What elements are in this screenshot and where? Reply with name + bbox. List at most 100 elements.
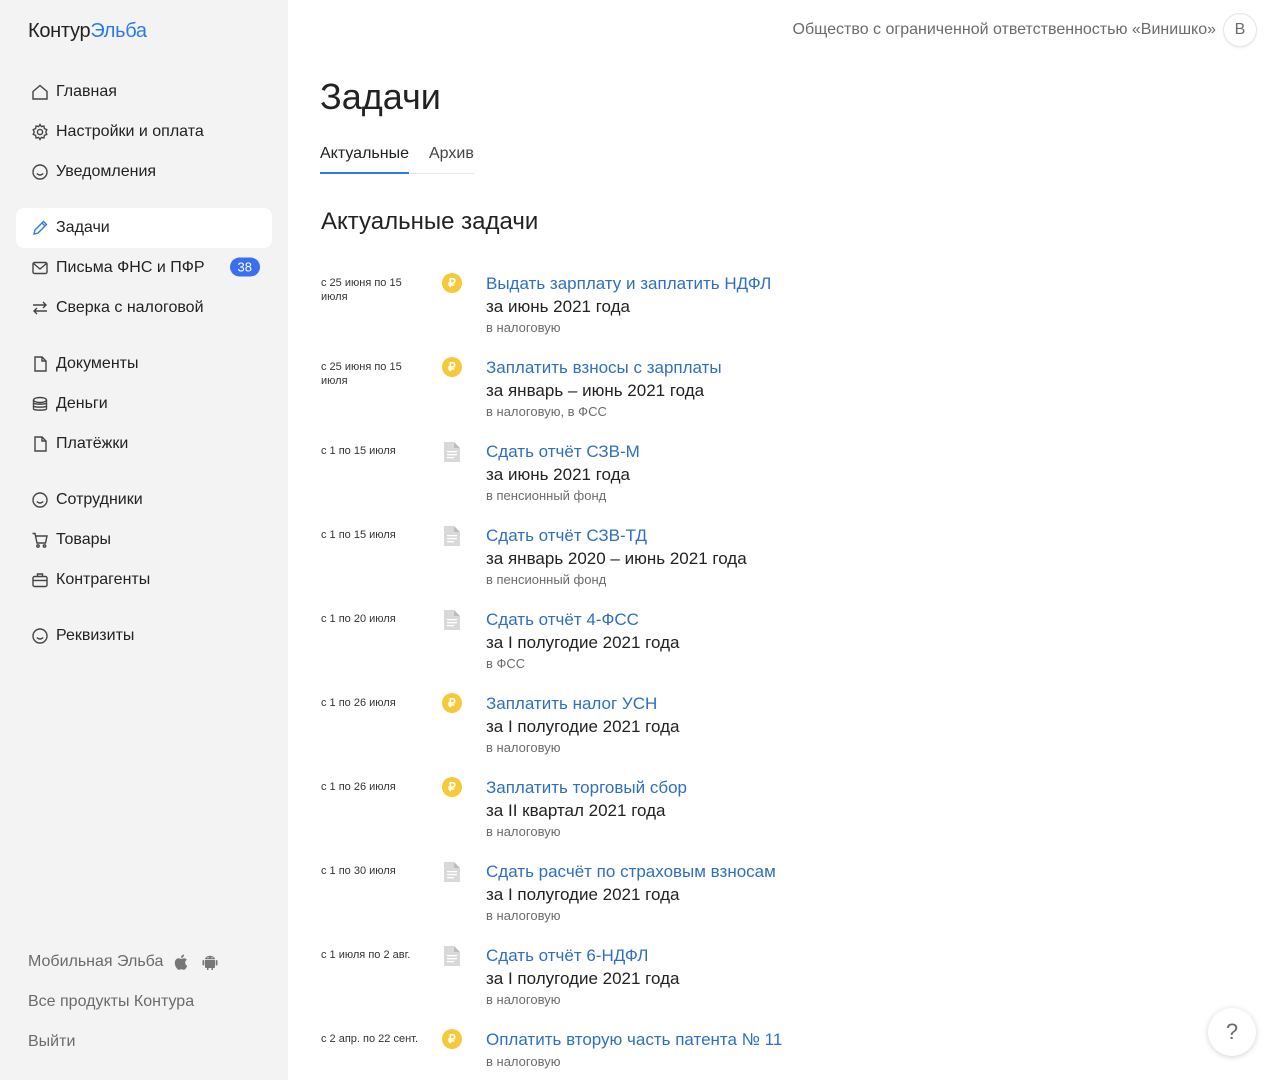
smiley-icon	[30, 162, 50, 182]
logo[interactable]: КонтурЭльба	[28, 20, 147, 43]
all-kontur-products-link[interactable]: Все продукты Контура	[28, 993, 194, 1011]
swap-icon	[30, 298, 50, 318]
task-row: с 1 июля по 2 авг. Сдать отчёт 6-НДФЛ за I…	[321, 936, 841, 1020]
task-period: за I полугодие 2021 года	[486, 633, 680, 652]
task-period: за I полугодие 2021 года	[486, 969, 680, 988]
task-destination: в ФСС	[486, 656, 526, 671]
task-date: с 1 июля по 2 авг.	[321, 949, 411, 961]
logo-elba: Эльба	[90, 20, 147, 42]
mail-icon	[30, 258, 50, 278]
report-document-icon	[442, 945, 462, 966]
sidebar-item-employees[interactable]: Сотрудники	[16, 480, 272, 520]
task-row: с 1 по 20 июля Сдать отчёт 4-ФСС за I полу…	[321, 600, 841, 684]
task-date: с 25 июня по 15 июля	[321, 277, 402, 303]
apple-icon[interactable]	[173, 953, 191, 971]
task-date: с 1 по 26 июля	[321, 697, 396, 709]
task-destination: в налоговую	[486, 992, 561, 1007]
task-destination: в налоговую, в ФСС	[486, 404, 607, 419]
task-title-link[interactable]: Оплатить вторую часть патента № 11	[486, 1030, 782, 1050]
sidebar-item-label: Платёжки	[56, 435, 129, 452]
report-document-icon	[442, 861, 462, 882]
task-row: с 1 по 15 июля Сдать отчёт СЗВ-М за июнь 2…	[321, 432, 841, 516]
task-row: с 25 июня по 15 июля ₽ Выдать зарплату и з…	[321, 264, 841, 348]
unread-count-badge: 38	[229, 257, 260, 277]
sidebar-item-label: Документы	[56, 355, 139, 372]
ruble-coin-icon: ₽	[442, 357, 462, 377]
task-period: за II квартал 2021 года	[486, 801, 666, 820]
task-date: с 2 апр. по 22 сент.	[321, 1033, 419, 1045]
sidebar-item-label: Реквизиты	[56, 627, 135, 644]
task-title-link[interactable]: Заплатить торговый сбор	[486, 778, 687, 798]
task-destination: в налоговую	[486, 320, 561, 335]
task-title-link[interactable]: Сдать отчёт СЗВ-ТД	[486, 526, 647, 546]
document-icon	[30, 354, 50, 374]
coins-stack-icon	[30, 394, 50, 414]
organization-name[interactable]: Общество с ограниченной ответственностью…	[793, 21, 1216, 39]
sidebar-item-contractors[interactable]: Контрагенты	[16, 560, 272, 600]
sidebar-item-notifications[interactable]: Уведомления	[16, 152, 272, 192]
sidebar-item-documents[interactable]: Документы	[16, 344, 272, 384]
task-destination: в пенсионный фонд	[486, 488, 607, 503]
task-row: с 25 июня по 15 июля ₽ Заплатить взносы с …	[321, 348, 841, 432]
task-destination: в налоговую	[486, 824, 561, 839]
sidebar-item-label: Контрагенты	[56, 571, 151, 588]
task-title-link[interactable]: Выдать зарплату и заплатить НДФЛ	[486, 274, 771, 294]
task-title-link[interactable]: Заплатить налог УСН	[486, 694, 657, 714]
sidebar-item-label: Деньги	[56, 395, 108, 412]
task-title-link[interactable]: Сдать расчёт по страховым взносам	[486, 862, 776, 882]
sidebar-item-label: Сверка с налоговой	[56, 299, 204, 316]
sidebar-item-goods[interactable]: Товары	[16, 520, 272, 560]
page-title: Задачи	[320, 76, 441, 117]
pencil-icon	[30, 218, 50, 238]
smiley-icon	[30, 626, 50, 646]
sidebar-item-label: Письма ФНС и ПФР	[56, 259, 205, 276]
ruble-coin-icon: ₽	[442, 693, 462, 713]
tab-current[interactable]: Актуальные	[320, 140, 409, 174]
task-title-link[interactable]: Заплатить взносы с зарплаты	[486, 358, 722, 378]
sidebar-item-money[interactable]: Деньги	[16, 384, 272, 424]
task-date: с 1 по 26 июля	[321, 781, 396, 793]
task-period: за январь – июнь 2021 года	[486, 381, 705, 400]
task-title-link[interactable]: Сдать отчёт СЗВ-М	[486, 442, 640, 462]
ruble-coin-icon: ₽	[442, 273, 462, 293]
cart-icon	[30, 530, 50, 550]
sidebar-item-tax-reconciliation[interactable]: Сверка с налоговой	[16, 288, 272, 328]
report-document-icon	[442, 525, 462, 546]
task-period: за I полугодие 2021 года	[486, 885, 680, 904]
mobile-elba-link[interactable]: Мобильная Эльба	[28, 953, 219, 971]
sidebar-item-label: Главная	[56, 83, 117, 100]
task-title-link[interactable]: Сдать отчёт 6-НДФЛ	[486, 946, 648, 966]
task-row: с 1 по 26 июля ₽ Заплатить торговый сбор за…	[321, 768, 841, 852]
task-period: за июнь 2021 года	[486, 297, 631, 316]
task-date: с 1 по 15 июля	[321, 529, 396, 541]
task-title-link[interactable]: Сдать отчёт 4-ФСС	[486, 610, 639, 630]
ruble-coin-icon: ₽	[442, 777, 462, 797]
sidebar-item-payments[interactable]: Платёжки	[16, 424, 272, 464]
logo-kontur: Контур	[28, 20, 91, 42]
sidebar-item-settings[interactable]: Настройки и оплата	[16, 112, 272, 152]
sidebar-item-label: Задачи	[56, 219, 110, 236]
task-destination: в пенсионный фонд	[486, 572, 607, 587]
sidebar-item-fns-letters[interactable]: Письма ФНС и ПФР 38	[16, 248, 272, 288]
sidebar-item-requisites[interactable]: Реквизиты	[16, 616, 272, 656]
mobile-elba-label: Мобильная Эльба	[28, 953, 164, 970]
avatar[interactable]: В	[1224, 14, 1256, 46]
task-date: с 1 по 20 июля	[321, 613, 396, 625]
document-icon	[30, 434, 50, 454]
task-period: за январь 2020 – июнь 2021 года	[486, 549, 747, 568]
help-button[interactable]: ?	[1208, 1008, 1256, 1056]
tabs: Актуальные Архив	[320, 140, 474, 174]
sidebar-item-home[interactable]: Главная	[16, 72, 272, 112]
briefcase-icon	[30, 570, 50, 590]
tab-archive[interactable]: Архив	[429, 140, 474, 173]
sidebar-item-label: Уведомления	[56, 163, 157, 180]
task-row: с 2 апр. по 22 сент. ₽ Оплатить вторую час…	[321, 1020, 841, 1080]
sidebar: КонтурЭльба Главная Настройки и оплата У…	[0, 0, 288, 1080]
sidebar-item-label: Товары	[56, 531, 112, 548]
sidebar-item-label: Сотрудники	[56, 491, 143, 508]
task-row: с 1 по 26 июля ₽ Заплатить налог УСН за I п…	[321, 684, 841, 768]
task-date: с 1 по 15 июля	[321, 445, 396, 457]
sidebar-item-tasks[interactable]: Задачи	[16, 208, 272, 248]
logout-link[interactable]: Выйти	[28, 1033, 75, 1051]
android-icon[interactable]	[201, 953, 219, 971]
